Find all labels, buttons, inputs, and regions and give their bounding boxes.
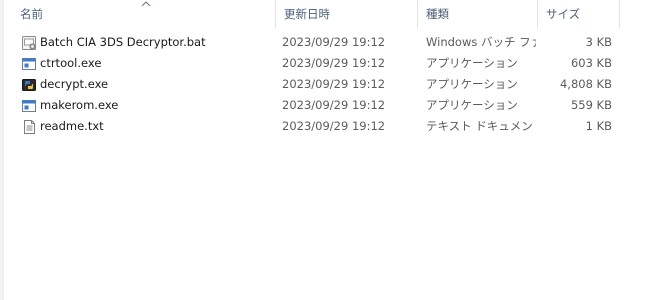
file-name: decrypt.exe [40, 77, 109, 91]
file-row[interactable]: decrypt.exe 2023/09/29 19:12 アプリケーション 4,… [16, 74, 620, 95]
file-date: 2023/09/29 19:12 [282, 98, 386, 112]
file-type: アプリケーション [426, 98, 518, 112]
file-date: 2023/09/29 19:12 [282, 56, 386, 70]
file-date: 2023/09/29 19:12 [282, 77, 386, 91]
file-type: アプリケーション [426, 77, 518, 91]
column-header-size-label: サイズ [546, 7, 581, 21]
application-icon [22, 100, 36, 112]
file-row[interactable]: ctrtool.exe 2023/09/29 19:12 アプリケーション 60… [16, 53, 620, 74]
file-row[interactable]: makerom.exe 2023/09/29 19:12 アプリケーション 55… [16, 95, 620, 116]
python-exe-icon [22, 79, 36, 91]
left-pane-edge [0, 0, 4, 300]
file-size: 1 KB [585, 119, 612, 133]
column-header-date-label: 更新日時 [284, 7, 330, 21]
file-date: 2023/09/29 19:12 [282, 35, 386, 49]
file-name: makerom.exe [40, 98, 119, 112]
column-header-size[interactable]: サイズ [538, 0, 620, 28]
column-header-type[interactable]: 種類 [418, 0, 538, 28]
file-date: 2023/09/29 19:12 [282, 119, 386, 133]
file-row[interactable]: Batch CIA 3DS Decryptor.bat 2023/09/29 1… [16, 32, 620, 53]
column-header-type-label: 種類 [426, 7, 449, 21]
file-type: アプリケーション [426, 56, 518, 70]
file-size: 3 KB [585, 35, 612, 49]
file-row[interactable]: readme.txt 2023/09/29 19:12 テキスト ドキュメント … [16, 116, 620, 137]
file-size: 559 KB [570, 98, 612, 112]
file-type: Windows バッチ ファ... [426, 35, 536, 49]
text-document-icon [24, 120, 35, 134]
file-name: ctrtool.exe [40, 56, 102, 70]
batch-file-icon [22, 36, 36, 50]
column-header-date[interactable]: 更新日時 [276, 0, 418, 28]
file-size: 603 KB [570, 56, 612, 70]
column-header-name-label: 名前 [20, 7, 43, 21]
column-header: 名前 更新日時 種類 サイズ [0, 0, 667, 28]
file-name: Batch CIA 3DS Decryptor.bat [40, 35, 206, 49]
sort-ascending-icon [141, 1, 151, 7]
application-icon [22, 58, 36, 70]
file-size: 4,808 KB [559, 77, 612, 91]
file-type: テキスト ドキュメント [426, 119, 536, 133]
file-name: readme.txt [40, 119, 104, 133]
